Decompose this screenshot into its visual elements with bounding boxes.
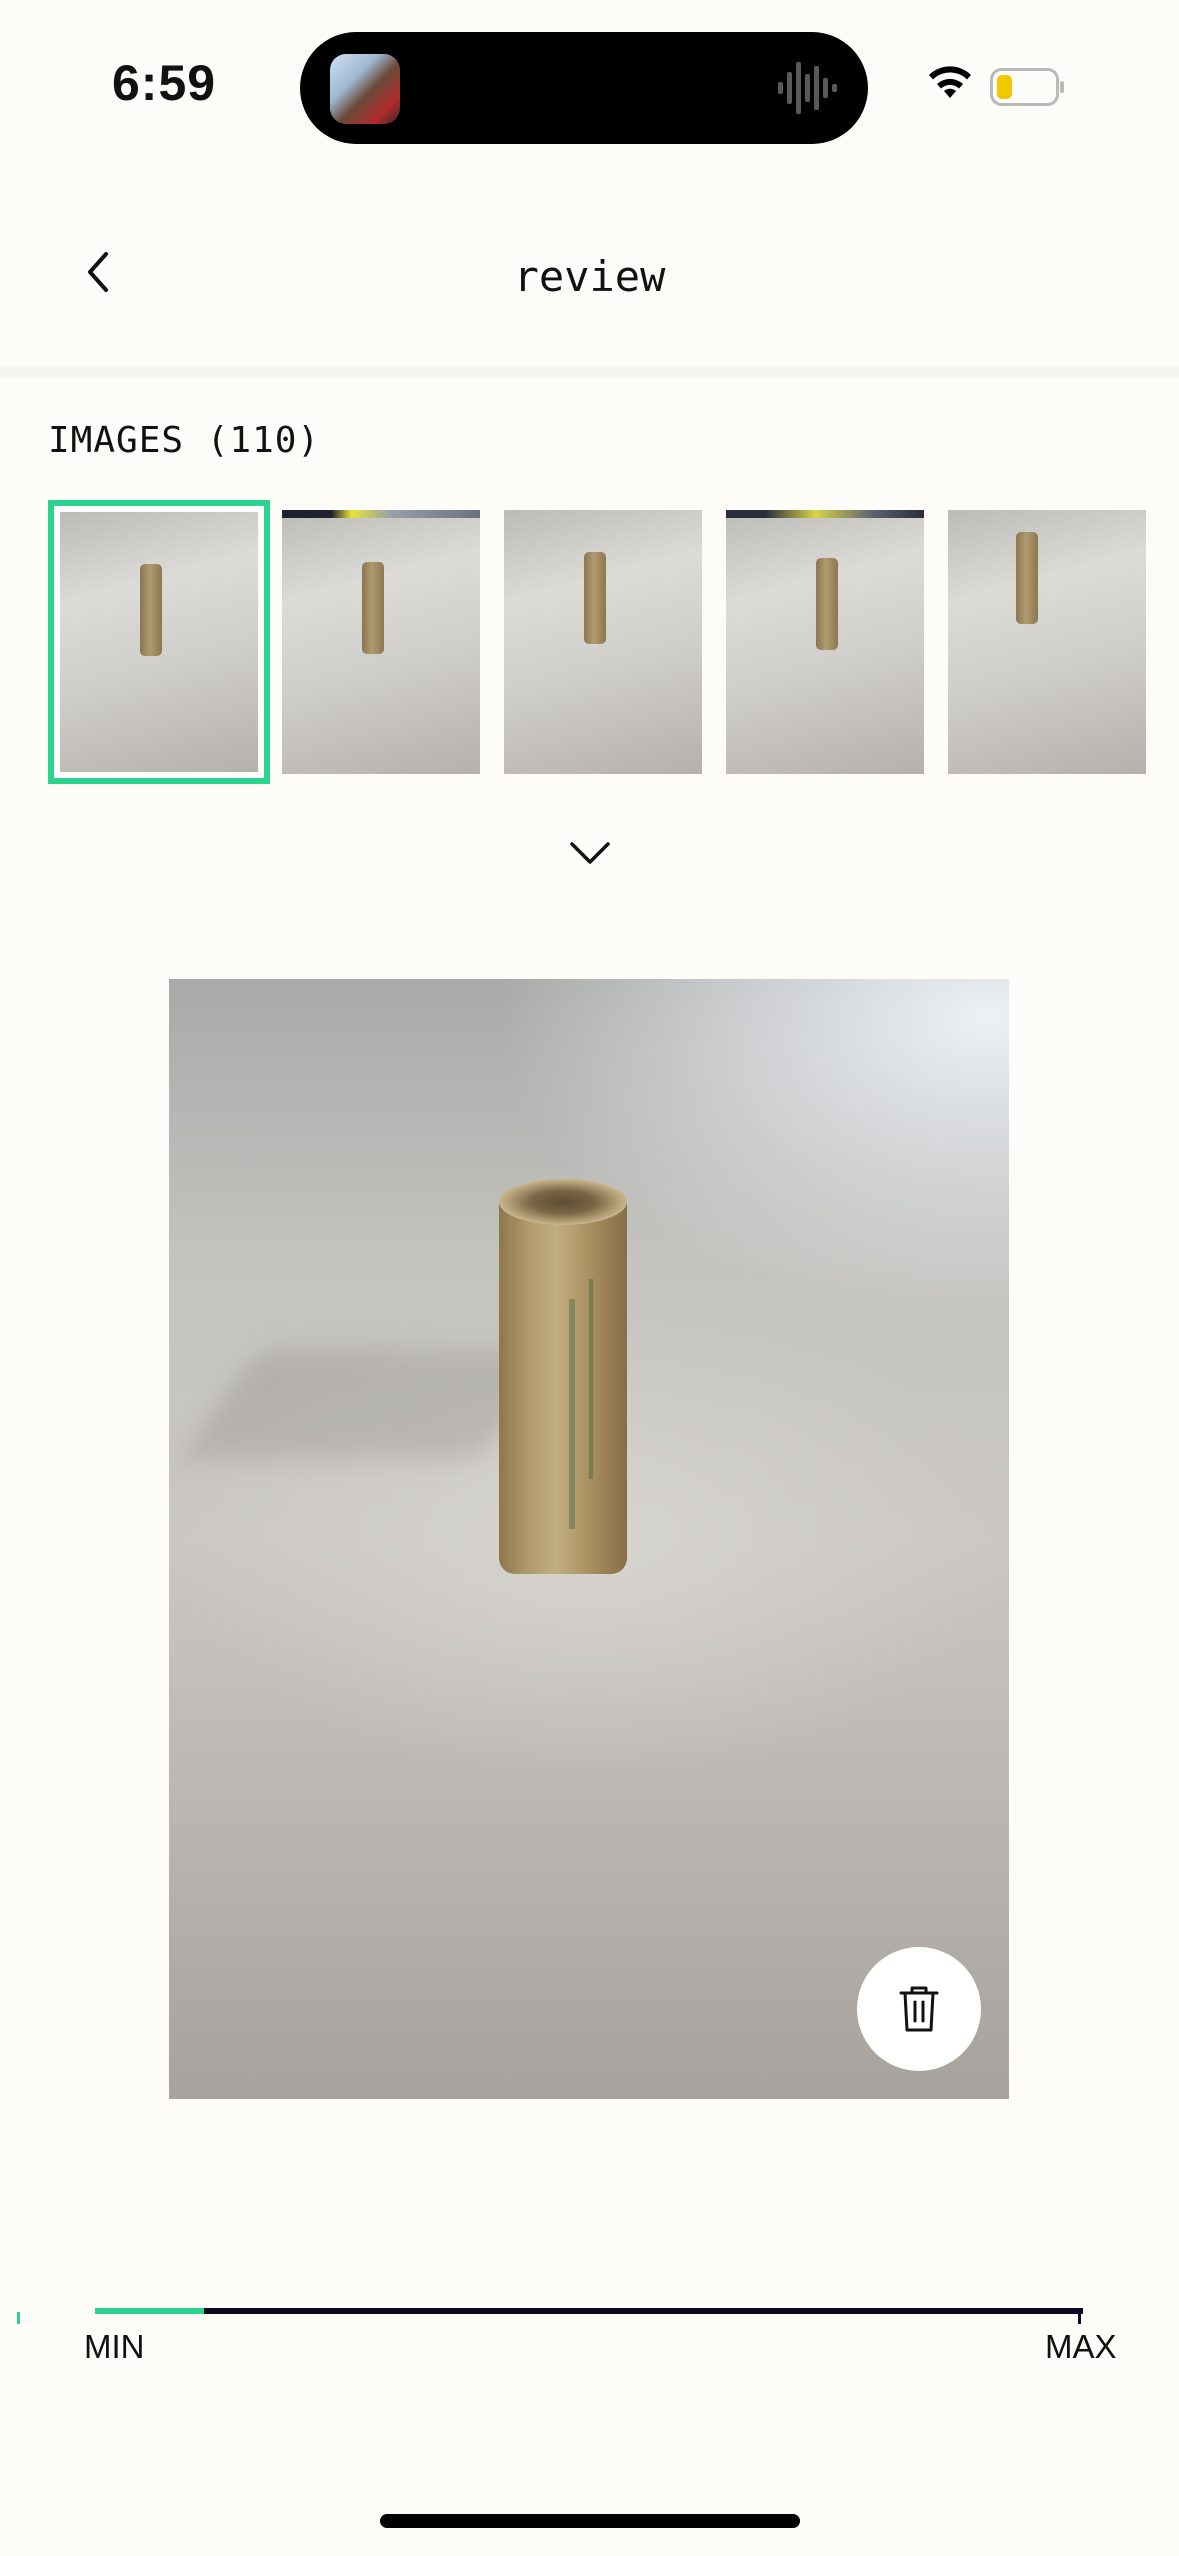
- thumbnail-photo: [60, 512, 258, 772]
- image-thumbnail-strip[interactable]: [48, 500, 1179, 790]
- dynamic-island: [300, 32, 868, 144]
- thumbnail-edge: [726, 510, 924, 518]
- image-thumbnail[interactable]: [726, 510, 924, 774]
- battery-icon: [990, 68, 1064, 106]
- slider-track: [95, 2308, 1083, 2314]
- image-thumbnail[interactable]: [282, 510, 480, 774]
- thumbnail-object: [362, 562, 384, 654]
- now-playing-artwork: [330, 54, 400, 124]
- image-thumbnail-selected[interactable]: [48, 500, 270, 784]
- image-thumbnail[interactable]: [948, 510, 1146, 774]
- thumbnail-object: [816, 558, 838, 650]
- photo-object-print: [569, 1299, 575, 1529]
- images-count-heading: IMAGES (110): [48, 420, 321, 461]
- slider-fill[interactable]: [95, 2308, 204, 2314]
- chevron-down-icon[interactable]: [566, 836, 614, 872]
- selected-image-preview: [169, 979, 1009, 2099]
- image-thumbnail[interactable]: [504, 510, 702, 774]
- photo-object-print: [589, 1279, 593, 1479]
- trash-icon: [899, 1986, 939, 2032]
- range-slider[interactable]: [95, 2308, 1083, 2348]
- audio-waveform-icon: [778, 62, 837, 114]
- thumbnail-edge: [282, 510, 480, 518]
- wifi-icon: [929, 66, 971, 98]
- page-title: review: [513, 252, 666, 301]
- thumbnail-object: [584, 552, 606, 644]
- delete-image-button[interactable]: [857, 1947, 981, 2071]
- slider-max-label: MAX: [1045, 2328, 1117, 2365]
- thumbnail-object: [140, 564, 162, 656]
- slider-min-label: MIN: [84, 2328, 145, 2365]
- photo-object-top: [499, 1179, 627, 1225]
- status-time: 6:59: [112, 55, 217, 111]
- home-indicator: [380, 2514, 800, 2528]
- slider-min-tick: [17, 2312, 20, 2324]
- thumbnail-object: [1016, 532, 1038, 624]
- photo-object: [499, 1189, 627, 1574]
- nav-header: review: [0, 180, 1179, 378]
- slider-max-tick: [1078, 2312, 1081, 2324]
